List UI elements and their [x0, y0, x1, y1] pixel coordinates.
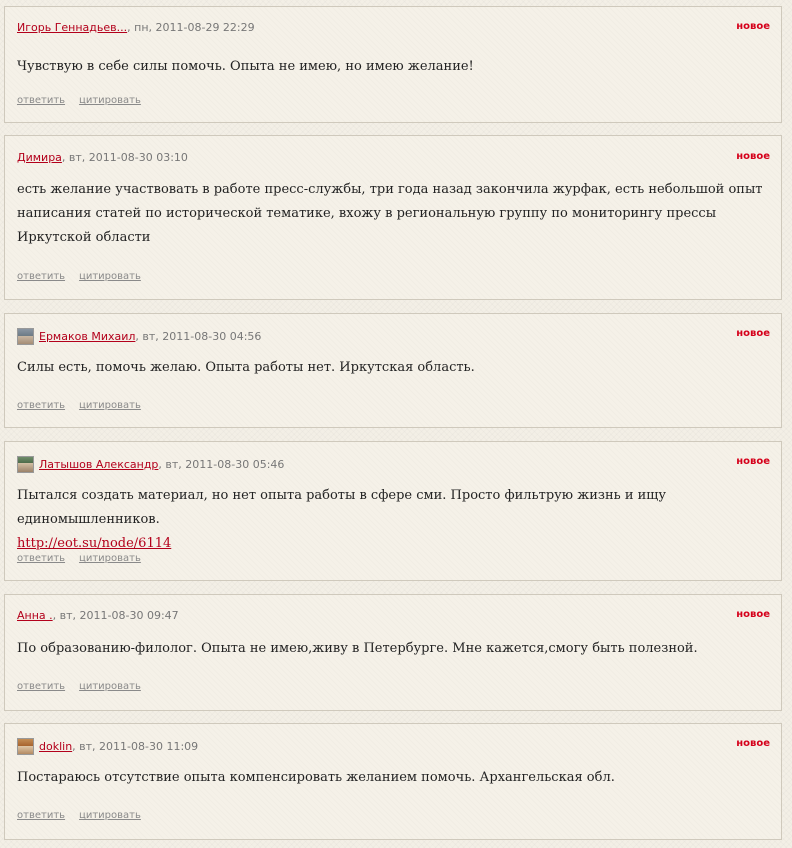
comment: Игорь Геннадьев..., пн, 2011-08-29 22:29…: [4, 6, 782, 123]
reply-link[interactable]: ответить: [17, 271, 65, 282]
comment-actions: ответить цитировать: [17, 810, 155, 821]
author-link[interactable]: Ермаков Михаил: [39, 330, 135, 343]
comment-date: , вт, 2011-08-30 03:10: [61, 151, 188, 164]
node-link[interactable]: http://eot.su/node/6114: [17, 536, 171, 551]
comment-list: Игорь Геннадьев..., пн, 2011-08-29 22:29…: [0, 0, 792, 848]
quote-link[interactable]: цитировать: [79, 553, 141, 564]
comment-meta: Игорь Геннадьев..., пн, 2011-08-29 22:29: [17, 21, 255, 34]
new-badge: новое: [736, 609, 770, 620]
comment-body: По образованию-филолог. Опыта не имею,жи…: [17, 637, 771, 661]
comment-actions: ответить цитировать: [17, 271, 155, 282]
comment-date: , вт, 2011-08-30 09:47: [52, 609, 179, 622]
comment-meta: doklin, вт, 2011-08-30 11:09: [17, 738, 198, 755]
comment: Димира, вт, 2011-08-30 03:10 новое есть же…: [4, 135, 782, 300]
comment-date: , пн, 2011-08-29 22:29: [127, 21, 255, 34]
comment-actions: ответить цитировать: [17, 400, 155, 411]
new-badge: новое: [736, 456, 770, 467]
comment-meta: Анна ., вт, 2011-08-30 09:47: [17, 609, 179, 622]
reply-link[interactable]: ответить: [17, 95, 65, 106]
comment-text: По образованию-филолог. Опыта не имею,жи…: [17, 641, 698, 656]
new-badge: новое: [736, 738, 770, 749]
comment-body: Пытался создать материал, но нет опыта р…: [17, 484, 771, 556]
comment-text: Силы есть, помочь желаю. Опыта работы не…: [17, 360, 475, 375]
new-badge: новое: [736, 21, 770, 32]
comment-meta: Ермаков Михаил, вт, 2011-08-30 04:56: [17, 328, 261, 345]
new-badge: новое: [736, 328, 770, 339]
comment-date: , вт, 2011-08-30 04:56: [135, 330, 262, 343]
reply-link[interactable]: ответить: [17, 553, 65, 564]
user-avatar-icon[interactable]: [17, 328, 34, 345]
reply-link[interactable]: ответить: [17, 400, 65, 411]
comment-body: Чувствую в себе силы помочь. Опыта не им…: [17, 55, 771, 79]
author-link[interactable]: Димира: [17, 151, 62, 164]
comment: Анна ., вт, 2011-08-30 09:47 новое По обра…: [4, 594, 782, 711]
author-link[interactable]: Анна .: [17, 609, 53, 622]
comment-body: Силы есть, помочь желаю. Опыта работы не…: [17, 356, 771, 380]
quote-link[interactable]: цитировать: [79, 271, 141, 282]
quote-link[interactable]: цитировать: [79, 810, 141, 821]
author-link[interactable]: Игорь Геннадьев...: [17, 21, 127, 34]
comment: doklin, вт, 2011-08-30 11:09 новое Постара…: [4, 723, 782, 840]
quote-link[interactable]: цитировать: [79, 681, 141, 692]
comment: Ермаков Михаил, вт, 2011-08-30 04:56 ново…: [4, 313, 782, 428]
comment-body: Постараюсь отсутствие опыта компенсирова…: [17, 766, 771, 790]
reply-link[interactable]: ответить: [17, 681, 65, 692]
comment-meta: Латышов Александр, вт, 2011-08-30 05:46: [17, 456, 284, 473]
comment-text: Постараюсь отсутствие опыта компенсирова…: [17, 770, 615, 785]
comment-text: Пытался создать материал, но нет опыта р…: [17, 488, 667, 527]
comment-date: , вт, 2011-08-30 05:46: [158, 458, 285, 471]
comment-actions: ответить цитировать: [17, 681, 155, 692]
author-link[interactable]: doklin: [39, 740, 72, 753]
comment-actions: ответить цитировать: [17, 95, 155, 106]
new-badge: новое: [736, 151, 770, 162]
comment-text: есть желание участвовать в работе пресс-…: [17, 182, 763, 245]
user-avatar-icon[interactable]: [17, 738, 34, 755]
comment-date: , вт, 2011-08-30 11:09: [72, 740, 199, 753]
comment: Латышов Александр, вт, 2011-08-30 05:46 н…: [4, 441, 782, 581]
quote-link[interactable]: цитировать: [79, 400, 141, 411]
quote-link[interactable]: цитировать: [79, 95, 141, 106]
comment-meta: Димира, вт, 2011-08-30 03:10: [17, 151, 188, 164]
comment-actions: ответить цитировать: [17, 553, 155, 564]
comment-text: Чувствую в себе силы помочь. Опыта не им…: [17, 59, 474, 74]
comment-body: есть желание участвовать в работе пресс-…: [17, 178, 771, 250]
user-avatar-icon[interactable]: [17, 456, 34, 473]
author-link[interactable]: Латышов Александр: [39, 458, 158, 471]
reply-link[interactable]: ответить: [17, 810, 65, 821]
